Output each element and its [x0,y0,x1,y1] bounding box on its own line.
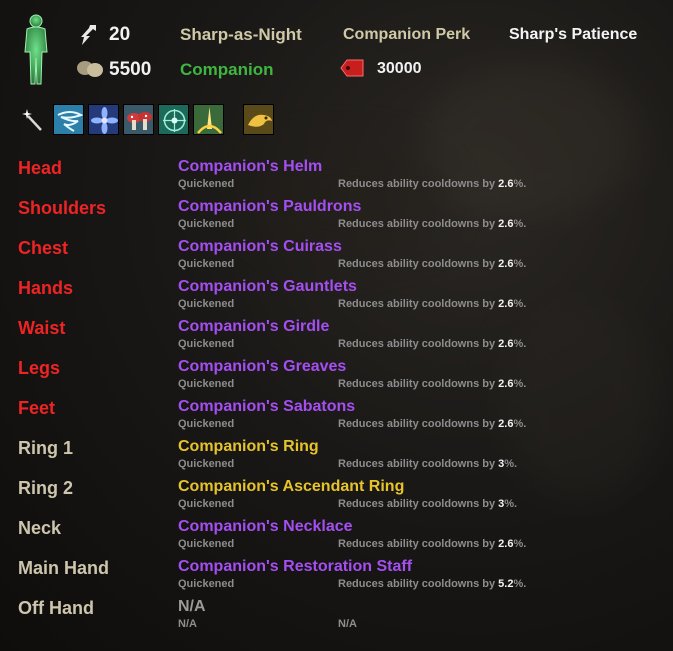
equipment-row: Main Hand Companion's Restoration Staff … [0,558,673,598]
trait-description: Reduces ability cooldowns by 2.6%. [338,418,527,430]
trait-value: 2.6 [498,538,514,550]
item-trait: Quickened [178,418,235,430]
item-name[interactable]: Companion's Sabatons [178,398,355,416]
item-name[interactable]: Companion's Helm [178,158,322,176]
price-tag-icon [340,59,364,77]
item-name: N/A [178,598,206,615]
trait-description: Reduces ability cooldowns by 2.6%. [338,218,527,230]
item-trait: Quickened [178,258,235,270]
slot-label: Ring 1 [18,438,74,458]
equipment-row: Hands Companion's Gauntlets Quickened Re… [0,278,673,318]
item-trait: N/A [178,618,197,630]
item-name[interactable]: Companion's Necklace [178,518,353,536]
wand-icon [22,109,42,131]
item-trait: Quickened [178,218,235,230]
item-name[interactable]: Companion's Restoration Staff [178,558,412,576]
slot-label: Chest [18,238,69,258]
item-trait: Quickened [178,298,235,310]
equipment-row: Ring 2 Companion's Ascendant Ring Quicke… [0,478,673,518]
slot-label: Ring 2 [18,478,74,498]
equipment-row: Neck Companion's Necklace Quickened Redu… [0,518,673,558]
slot-label: Waist [18,318,66,338]
slot-label: Off Hand [18,598,94,618]
mushroom-skill-icon[interactable] [123,104,154,135]
trait-description: Reduces ability cooldowns by 3%. [338,458,518,470]
companion-perk-label: Companion Perk [343,26,471,43]
currency-value: 30000 [377,60,422,77]
equipment-row: Legs Companion's Greaves Quickened Reduc… [0,358,673,398]
slot-label: Shoulders [18,198,107,218]
slot-label: Feet [18,398,56,418]
item-trait: Quickened [178,458,235,470]
radiant-beam-skill-icon[interactable] [193,104,224,135]
trait-description: Reduces ability cooldowns by 5.2%. [338,578,527,590]
companion-level: 20 [109,24,131,45]
trait-value: 2.6 [498,258,514,270]
equipment-row: Off Hand N/A N/A N/A [0,598,673,638]
slot-label: Main Hand [18,558,110,578]
trait-description: Reduces ability cooldowns by 2.6%. [338,378,527,390]
slot-label: Head [18,158,63,178]
trait-description: Reduces ability cooldowns by 2.6%. [338,338,527,350]
item-name[interactable]: Companion's Pauldrons [178,198,361,216]
trait-description: Reduces ability cooldowns by 2.6%. [338,258,527,270]
item-trait: Quickened [178,538,235,550]
item-trait: Quickened [178,498,235,510]
trait-value: 5.2 [498,578,514,590]
trait-value: 2.6 [498,298,514,310]
equipment-row: Head Companion's Helm Quickened Reduces … [0,158,673,198]
item-name[interactable]: Companion's Ring [178,438,319,456]
trait-description: Reduces ability cooldowns by 2.6%. [338,298,527,310]
trait-value: 2.6 [498,218,514,230]
slot-label: Neck [18,518,62,538]
item-name[interactable]: Companion's Ascendant Ring [178,478,404,496]
companion-avatar-icon [24,14,48,85]
blue-flower-skill-icon[interactable] [88,104,119,135]
trait-description: Reduces ability cooldowns by 2.6%. [338,538,527,550]
trait-description: N/A [338,618,357,630]
item-name[interactable]: Companion's Girdle [178,318,329,336]
equipment-row: Ring 1 Companion's Ring Quickened Reduce… [0,438,673,478]
rune-circle-skill-icon[interactable] [158,104,189,135]
equipment-row: Feet Companion's Sabatons Quickened Redu… [0,398,673,438]
whirlwind-skill-icon[interactable] [53,104,84,135]
slot-label: Hands [18,278,74,298]
item-name[interactable]: Companion's Gauntlets [178,278,357,296]
companion-type: Companion [180,60,274,79]
companion-name: Sharp-as-Night [180,25,302,44]
slot-label: Legs [18,358,61,378]
trait-description: Reduces ability cooldowns by 2.6%. [338,178,527,190]
trait-description: Reduces ability cooldowns by 3%. [338,498,518,510]
item-name[interactable]: Companion's Greaves [178,358,346,376]
trait-value: 2.6 [498,178,514,190]
equipment-row: Chest Companion's Cuirass Quickened Redu… [0,238,673,278]
equipment-row: Shoulders Companion's Pauldrons Quickene… [0,198,673,238]
trait-value: 2.6 [498,338,514,350]
item-trait: Quickened [178,378,235,390]
equipment-row: Waist Companion's Girdle Quickened Reduc… [0,318,673,358]
trait-value: 2.6 [498,418,514,430]
item-name[interactable]: Companion's Cuirass [178,238,342,256]
item-trait: Quickened [178,338,235,350]
companion-rapport: 5500 [109,59,152,80]
rapport-icon [77,61,103,77]
trait-value: 2.6 [498,378,514,390]
companion-perk-name: Sharp's Patience [509,26,638,43]
item-trait: Quickened [178,578,235,590]
level-icon [81,25,96,45]
item-trait: Quickened [178,178,235,190]
golden-creature-ultimate-icon[interactable] [243,104,274,135]
